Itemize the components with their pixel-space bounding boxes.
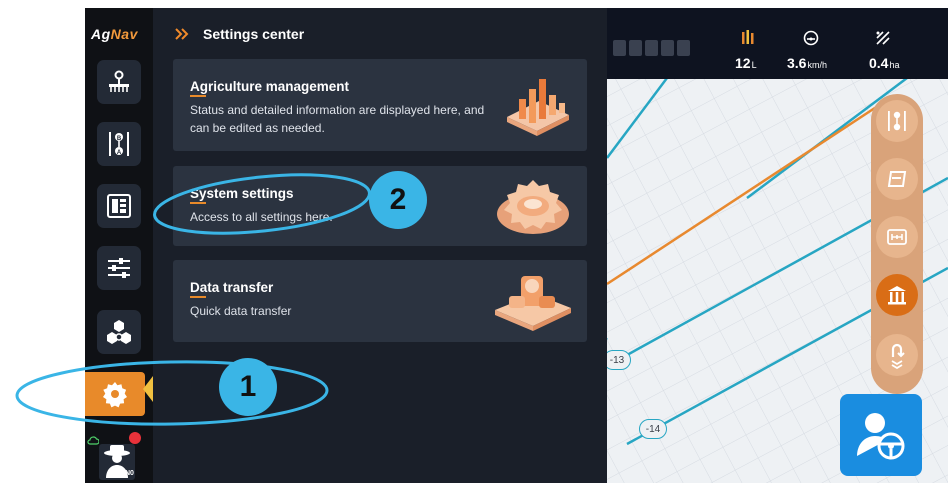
signal-segment [613,40,626,56]
app-screen: AgNav B A N0 Settings center Agriculture… [85,8,948,483]
callout-badge: 1 [219,358,277,416]
driver-steering-icon [857,413,905,460]
card-description: Quick data transfer [190,304,292,318]
data-transfer-3d-icon [495,276,571,331]
toolbar-boundary-button[interactable] [876,158,918,200]
toolbar-u-turn-button[interactable] [876,334,918,376]
speed-readout: 3.6km/h [787,55,827,71]
ab-line-icon: B A [109,132,129,156]
callout-badge: 2 [369,171,427,229]
status-bar: 12L 3.6km/h 0.4ha [607,8,948,79]
gear-3d-icon [497,180,569,234]
u-turn-icon [891,343,905,369]
double-chevron-right-icon [175,28,189,40]
svg-text:A: A [117,150,122,156]
fuel-readout: 12L [735,55,757,71]
width-icon [887,229,907,245]
boundary-icon [887,171,907,187]
card-title: Agriculture management [190,79,350,94]
speedometer-icon [803,30,819,46]
sidebar-item-ab-line[interactable]: B A [97,122,141,166]
area-readout: 0.4ha [869,55,900,71]
auto-steer-button[interactable] [840,394,922,476]
guidance-line-label: -14 [639,419,667,439]
guidance-line-label: -13 [607,350,631,370]
user-badge: N0 [125,470,134,477]
network-hub-icon [107,320,131,344]
active-item-pointer [143,376,153,402]
implement-icon [109,70,129,92]
gear-icon [103,382,127,408]
signal-segment [661,40,674,56]
sliders-icon [108,258,130,278]
settings-center-panel: Settings center Agriculture management S… [153,8,607,483]
panel-title: Settings center [203,26,305,42]
signal-segment [677,40,690,56]
toolbar-width-button[interactable] [876,216,918,258]
sidebar-item-field-layout[interactable] [97,184,141,228]
title-underline [190,296,206,298]
title-underline [190,202,206,204]
title-underline [190,95,206,97]
toolbar-implement-button[interactable] [876,274,918,316]
sidebar-item-network[interactable] [97,310,141,354]
bar-chart-3d-icon [507,79,569,136]
sidebar-item-sliders[interactable] [97,246,141,290]
signal-segment [645,40,658,56]
field-layout-icon [107,194,131,218]
card-description: Status and detailed information are disp… [190,103,485,135]
map-view[interactable]: -13 -14 12L 3.6km/h 0.4ha [607,8,948,483]
panel-header: Settings center [175,26,304,42]
fuel-level-icon [742,30,754,44]
app-logo: AgNav [91,26,138,42]
implement-active-icon [888,286,906,305]
map-toolbar [871,94,923,394]
card-data-transfer[interactable]: Data transfer Quick data transfer [173,260,587,342]
ab-line-icon [888,111,906,131]
area-coverage-icon [876,31,890,45]
sidebar-item-settings[interactable] [85,372,145,416]
card-title: Data transfer [190,280,274,295]
signal-segment [629,40,642,56]
toolbar-ab-line-button[interactable] [876,100,918,142]
card-title: System settings [190,186,294,201]
notification-dot [129,432,141,444]
card-description: Access to all settings here. [190,210,333,224]
sidebar: AgNav B A N0 [85,8,153,483]
sidebar-item-implement[interactable] [97,60,141,104]
card-agriculture-management[interactable]: Agriculture management Status and detail… [173,59,587,151]
